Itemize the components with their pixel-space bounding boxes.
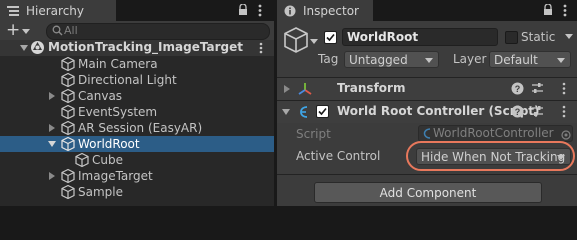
scene-menu-icon[interactable] [259,42,263,57]
tree-item-label: ImageTarget [78,169,153,183]
tree-item-label: AR Session (EasyAR) [78,121,203,135]
expand-arrow-icon[interactable] [49,124,55,132]
tree-item-imagetarget[interactable]: ImageTarget [0,168,274,184]
component-collapse-arrow-icon[interactable] [282,109,290,115]
tab-hierarchy[interactable]: Hierarchy [0,0,116,21]
collapse-arrow-icon[interactable] [48,141,56,147]
transform-label: Transform [337,81,406,95]
component-help-icon[interactable]: ? [511,105,524,121]
script-object-field: WorldRootController [418,125,573,142]
tree-item-label: Cube [92,153,123,167]
layer-value: Default [494,52,538,67]
search-input[interactable]: All [46,23,270,40]
tree-item-label: WorldRoot [78,137,140,151]
tab-inspector-label: Inspector [303,3,359,18]
inspector-menu-icon[interactable] [563,4,567,20]
tree-item-label: Directional Light [78,73,177,87]
add-component-button[interactable]: Add Component [314,182,542,203]
static-dropdown-chevron-icon[interactable] [565,34,573,39]
world-root-controller-header[interactable]: World Root Controller (Script) ? [277,100,577,123]
tree-item-label: EventSystem [78,105,158,119]
inspector-lock-icon[interactable] [543,3,553,19]
static-label: Static [521,30,556,44]
component-presets-icon[interactable] [531,105,544,121]
section-divider [277,174,577,175]
search-placeholder: All [64,24,78,37]
tree-item-eventsystem[interactable]: EventSystem [0,104,274,120]
lock-icon[interactable] [238,3,248,19]
tree-item-label: Canvas [78,89,123,103]
layer-label: Layer [453,52,487,66]
expand-arrow-icon[interactable] [49,172,55,180]
transform-menu-icon[interactable] [562,82,566,98]
component-enabled-checkbox[interactable] [316,105,329,118]
info-icon [283,4,297,18]
tree-item-directional-light[interactable]: Directional Light [0,72,274,88]
object-name-field[interactable]: WorldRoot [342,28,498,46]
scene-expand-icon[interactable] [20,45,28,51]
gameobject-cube-icon [61,184,75,200]
active-control-value: Hide When Not Tracking [421,149,566,164]
tag-dropdown[interactable]: Untagged [344,51,439,68]
gameobject-large-icon [283,26,309,57]
hierarchy-list-icon [6,4,20,18]
tree-item-cube[interactable]: Cube [0,152,274,168]
active-control-label: Active Control [296,149,381,163]
tree-item-label: Sample [78,185,123,199]
hierarchy-tabbar-fill [116,0,274,21]
icon-picker-chevron-icon[interactable] [310,39,318,44]
gameobject-cube-icon [61,88,75,104]
gameobject-cube-icon [61,56,75,72]
tab-inspector[interactable]: Inspector [277,0,373,21]
tab-hierarchy-label: Hierarchy [26,3,85,18]
tree-item-ar-session[interactable]: AR Session (EasyAR) [0,120,274,136]
tree-item-sample[interactable]: Sample [0,184,274,200]
gameobject-cube-icon [61,72,75,88]
transform-header[interactable]: Transform ? [277,77,577,100]
tree-item-main-camera[interactable]: Main Camera [0,56,274,72]
add-dropdown-chevron-icon[interactable] [22,29,30,34]
gameobject-cube-icon [75,152,89,168]
layer-dropdown-chevron-icon [557,58,565,63]
object-name-value: WorldRoot [347,30,419,44]
gameobject-cube-icon [61,104,75,120]
scene-row[interactable]: MotionTracking_ImageTarget [0,40,274,56]
component-menu-icon[interactable] [562,105,566,121]
active-control-chevron-icon [557,155,565,160]
transform-presets-icon[interactable] [531,82,544,98]
script-value: WorldRootController [433,126,554,140]
tree-item-worldroot-selected[interactable]: WorldRoot [0,136,274,152]
transform-expand-arrow-icon[interactable] [284,85,290,93]
svg-text:?: ? [515,107,521,117]
tag-dropdown-chevron-icon [425,58,433,63]
tree-item-canvas[interactable]: Canvas [0,88,274,104]
add-component-label: Add Component [379,185,477,200]
active-checkbox[interactable] [324,31,337,44]
expand-arrow-icon[interactable] [49,92,55,100]
svg-text:?: ? [515,84,521,94]
search-icon [52,25,63,39]
gameobject-cube-icon [61,168,75,184]
tag-value: Untagged [349,52,408,67]
scene-name: MotionTracking_ImageTarget [48,40,243,54]
transform-help-icon[interactable]: ? [511,82,524,98]
component-label: World Root Controller (Script) [337,104,540,118]
script-label: Script [296,127,331,141]
hierarchy-menu-icon[interactable] [258,4,262,17]
script-icon [297,104,311,123]
transform-axes-icon [297,81,313,100]
tag-label: Tag [318,52,339,66]
active-control-dropdown[interactable]: Hide When Not Tracking [416,148,571,165]
tree-item-label: Main Camera [78,57,158,71]
layer-dropdown[interactable]: Default [489,51,571,68]
gameobject-cube-icon [61,120,75,136]
add-button[interactable]: + [6,20,20,40]
static-checkbox[interactable] [505,31,518,44]
gameobject-cube-icon [61,136,75,152]
